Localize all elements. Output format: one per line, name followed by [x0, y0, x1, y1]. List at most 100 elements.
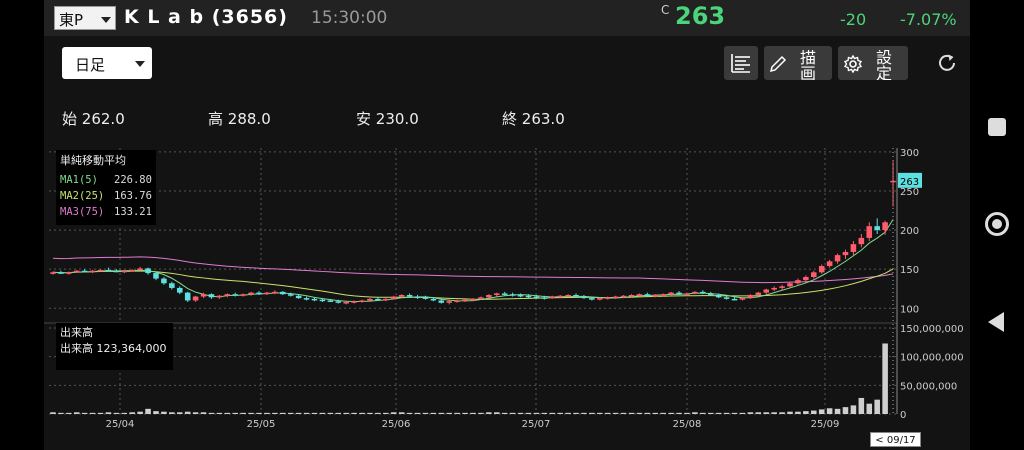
volume-bar: [105, 412, 112, 414]
volume-bar: [303, 412, 310, 414]
candle-body: [628, 294, 635, 297]
ohlc-high-label: 高: [208, 110, 224, 128]
home-icon[interactable]: [985, 212, 1009, 236]
current-price: 263: [675, 2, 726, 30]
refresh-icon[interactable]: [936, 52, 958, 74]
recents-icon[interactable]: [988, 118, 1006, 136]
volume-bar: [692, 412, 698, 414]
volume-bar: [834, 408, 841, 414]
volume-tick-label: 50,000,000: [900, 381, 957, 392]
volume-bar: [517, 412, 524, 414]
volume-bar: [486, 412, 492, 414]
candle-body: [692, 291, 698, 294]
candle-body: [818, 266, 825, 273]
volume-bar: [723, 412, 730, 414]
volume-bar: [644, 412, 651, 414]
candle-body: [501, 293, 508, 295]
volume-bar: [192, 412, 199, 414]
stock-chart-app: 東P K L a b (3656) 15:30:00 C 263 -20 -7.…: [44, 0, 970, 450]
volume-bar: [200, 412, 207, 414]
candle-body: [248, 292, 254, 295]
volume-bar: [161, 411, 167, 414]
candle-body: [850, 244, 857, 252]
volume-bar: [755, 412, 762, 414]
volume-bar: [343, 412, 349, 414]
volume-bar: [573, 412, 579, 414]
volume-bar: [842, 407, 849, 414]
pencil-icon: [769, 55, 787, 73]
ma-legend-title: 単純移動平均: [60, 154, 126, 167]
ohlc-open-value: 262.0: [81, 110, 125, 128]
ohlc-high-value: 288.0: [227, 110, 271, 128]
ma1-value: 226.80: [114, 174, 152, 186]
chevron-down-icon: [135, 61, 145, 67]
volume-bar: [438, 412, 445, 414]
candle-body: [295, 295, 302, 299]
candle-body: [272, 291, 278, 294]
candle-body: [565, 294, 571, 297]
candle-body: [97, 269, 104, 272]
exchange-selector[interactable]: 東P: [54, 6, 116, 30]
draw-button[interactable]: 描画: [764, 46, 832, 80]
volume-bar: [81, 412, 88, 414]
volume-bar: [272, 412, 278, 414]
volume-bar: [430, 412, 437, 414]
candle-body: [280, 291, 286, 295]
volume-bar: [612, 412, 619, 414]
settings-button[interactable]: 設定: [838, 46, 908, 80]
volume-bar: [248, 412, 254, 414]
volume-bar: [153, 411, 159, 414]
volume-bar: [494, 412, 500, 414]
candle-body: [184, 292, 191, 301]
price-change-percent: -7.07%: [900, 10, 957, 29]
volume-bar: [169, 412, 175, 414]
volume-bar: [707, 412, 714, 414]
candle-body: [438, 300, 445, 303]
volume-bar: [826, 408, 833, 414]
period-selector[interactable]: 日足: [62, 47, 152, 79]
ma3-row: MA3(75) 133.21: [60, 204, 152, 220]
volume-bar: [747, 412, 754, 414]
candle-body: [739, 298, 746, 300]
volume-bar: [715, 412, 722, 414]
quote-time: 15:30:00: [311, 8, 388, 28]
volume-bar: [557, 412, 563, 414]
volume-bar: [454, 412, 460, 414]
candle-body: [787, 283, 793, 287]
candle-body: [176, 287, 183, 293]
candle-body: [684, 293, 690, 295]
ma1-row: MA1(5) 226.80: [60, 172, 152, 188]
candle-body: [81, 270, 88, 273]
candle-body: [398, 294, 405, 297]
price-tick-label: 200: [900, 226, 919, 237]
volume-bar: [628, 412, 635, 414]
candle-body: [525, 295, 532, 298]
volume-bar: [89, 412, 96, 414]
volume-bar: [113, 412, 120, 414]
volume-bar: [478, 412, 484, 414]
candle-body: [367, 298, 373, 301]
volume-bar: [58, 412, 64, 414]
candle-body: [700, 291, 706, 294]
back-icon[interactable]: [988, 312, 1004, 332]
volume-bar: [184, 411, 191, 414]
volume-bar: [676, 412, 682, 414]
volume-bar: [264, 412, 270, 414]
candle-body: [58, 272, 64, 274]
candle-body: [319, 299, 326, 302]
ma3-value: 133.21: [114, 206, 152, 218]
volume-bar: [137, 411, 143, 414]
candle-body: [866, 226, 873, 238]
volume-bar: [232, 412, 239, 414]
price-volume-chart[interactable]: 300 250 200 150 100 150,000,000 100,000,000 50,…: [44, 148, 970, 450]
gear-icon: [843, 54, 863, 74]
indicator-button[interactable]: [724, 46, 758, 80]
exchange-label: 東P: [59, 11, 84, 29]
volume-bar: [66, 412, 72, 414]
ohlc-close-label: 終: [502, 110, 518, 128]
volume-tick-label: 0: [900, 410, 906, 421]
candle-body: [129, 269, 135, 272]
ma1-name: MA1(5): [60, 174, 98, 186]
selected-date-badge[interactable]: < 09/17 >: [870, 432, 921, 447]
volume-bar: [145, 408, 151, 414]
